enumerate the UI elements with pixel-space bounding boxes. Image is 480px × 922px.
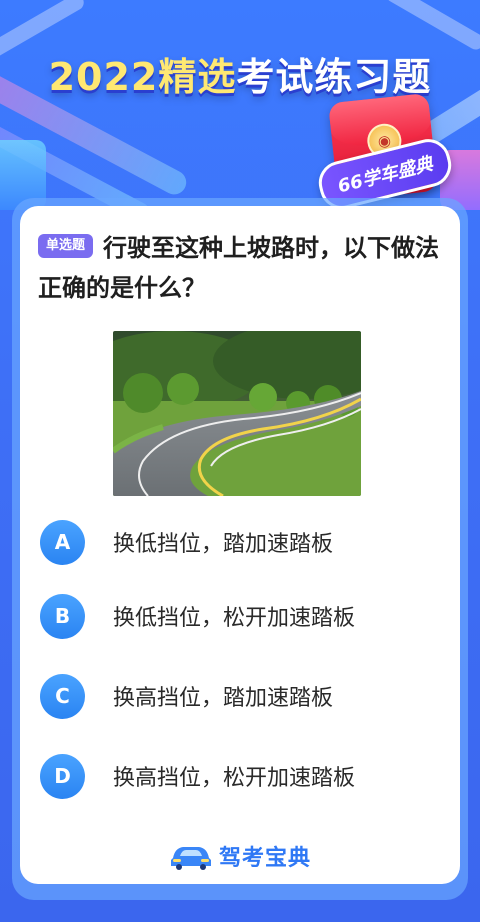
winding-road-photo xyxy=(113,331,361,496)
option-letter: B xyxy=(40,593,85,639)
title-highlight: 2022精选 xyxy=(48,55,237,99)
brand-footer: 驾考宝典 xyxy=(20,838,460,874)
option-text: 换低挡位，松开加速踏板 xyxy=(113,606,356,631)
page-title: 2022精选考试练习题 xyxy=(0,46,480,101)
option-text: 换低挡位，踏加速踏板 xyxy=(113,532,334,557)
question-title: 单选题 行驶至这种上坡路时，以下做法正确的是什么？ xyxy=(38,228,448,308)
brand-name: 驾考宝典 xyxy=(218,846,311,871)
option-letter: D xyxy=(40,753,85,799)
light-streak xyxy=(383,0,480,53)
option-text: 换高挡位，踏加速踏板 xyxy=(113,686,334,711)
option-letter: C xyxy=(40,673,85,719)
question-type-tag: 单选题 xyxy=(38,234,94,258)
option-letter: A xyxy=(40,519,85,565)
option-text: 换高挡位，松开加速踏板 xyxy=(113,766,356,791)
question-text: 行驶至这种上坡路时，以下做法正确的是什么？ xyxy=(38,234,440,302)
question-card: 单选题 行驶至这种上坡路时，以下做法正确的是什么？ A 换低挡位，踏加速踏板 B… xyxy=(20,206,460,884)
title-rest: 考试练习题 xyxy=(236,55,432,99)
option-a[interactable]: A 换低挡位，踏加速踏板 xyxy=(40,518,440,566)
option-c[interactable]: C 换高挡位，踏加速踏板 xyxy=(40,672,440,720)
option-b[interactable]: B 换低挡位，松开加速踏板 xyxy=(40,592,440,640)
question-image xyxy=(113,331,361,496)
option-d[interactable]: D 换高挡位，松开加速踏板 xyxy=(40,752,440,800)
car-logo-icon xyxy=(170,847,211,870)
